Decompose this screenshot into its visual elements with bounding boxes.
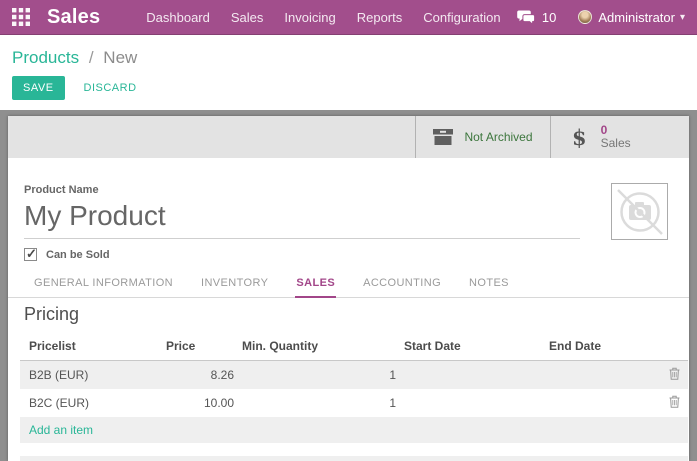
product-name-label: Product Name <box>24 184 99 196</box>
pricing-section-title: Pricing <box>24 304 79 325</box>
product-name-input[interactable]: My Product <box>24 199 580 239</box>
cell-price[interactable]: 8.26 <box>162 361 238 390</box>
col-actions <box>660 336 688 361</box>
breadcrumb-products-link[interactable]: Products <box>12 48 79 67</box>
table-row[interactable]: B2C (EUR) 10.00 1 <box>20 389 688 417</box>
breadcrumb-current: New <box>103 48 137 67</box>
menu-item-invoicing[interactable]: Invoicing <box>284 10 335 25</box>
apps-grid-icon[interactable] <box>12 8 30 26</box>
archive-toggle-button[interactable]: Not Archived <box>415 116 550 158</box>
user-name: Administrator <box>598 10 675 25</box>
sales-stat-label: Sales <box>601 137 631 150</box>
cell-min-quantity[interactable]: 1 <box>238 361 400 390</box>
col-end-date: End Date <box>545 336 660 361</box>
trash-icon <box>669 395 680 408</box>
menu-item-sales[interactable]: Sales <box>231 10 264 25</box>
breadcrumb: Products / New <box>0 35 697 68</box>
tab-notes[interactable]: NOTES <box>468 272 510 297</box>
next-section-edge <box>20 456 688 461</box>
cell-price[interactable]: 10.00 <box>162 389 238 417</box>
menu-item-reports[interactable]: Reports <box>357 10 403 25</box>
control-panel: Products / New SAVE DISCARD <box>0 35 697 110</box>
menu-item-configuration[interactable]: Configuration <box>423 10 500 25</box>
no-camera-icon <box>613 185 667 239</box>
discard-button[interactable]: DISCARD <box>74 76 147 100</box>
add-item-row: Add an item <box>20 417 688 443</box>
delete-row-button[interactable] <box>660 389 688 417</box>
chevron-down-icon: ▾ <box>680 12 685 23</box>
table-row[interactable]: B2B (EUR) 8.26 1 <box>20 361 688 390</box>
archive-status-label: Not Archived <box>464 130 532 144</box>
archive-box-icon <box>433 129 453 145</box>
menu-item-dashboard[interactable]: Dashboard <box>146 10 210 25</box>
form-statusbar: Not Archived $ 0 Sales <box>8 116 689 158</box>
col-min-quantity: Min. Quantity <box>238 336 400 361</box>
sales-stat-button[interactable]: $ 0 Sales <box>550 116 689 158</box>
tab-accounting[interactable]: ACCOUNTING <box>362 272 442 297</box>
page-background: Not Archived $ 0 Sales <box>0 110 697 461</box>
sheet-body: Product Name My Product Can be Sold GENE… <box>8 158 689 461</box>
form-sheet: Not Archived $ 0 Sales <box>8 116 689 461</box>
app-brand-title[interactable]: Sales <box>47 6 100 29</box>
cell-pricelist[interactable]: B2C (EUR) <box>20 389 162 417</box>
checkbox-icon <box>24 248 37 261</box>
messages-button[interactable]: 10 <box>517 10 556 25</box>
cell-pricelist[interactable]: B2B (EUR) <box>20 361 162 390</box>
can-be-sold-label: Can be Sold <box>46 249 110 261</box>
avatar <box>578 10 592 24</box>
tab-general-information[interactable]: GENERAL INFORMATION <box>33 272 174 297</box>
cell-min-quantity[interactable]: 1 <box>238 389 400 417</box>
chat-icon <box>517 10 536 25</box>
messages-count: 10 <box>542 10 556 25</box>
user-menu[interactable]: Administrator ▾ <box>578 10 685 25</box>
save-button[interactable]: SAVE <box>12 76 65 100</box>
form-action-buttons: SAVE DISCARD <box>12 76 147 100</box>
col-price: Price <box>162 336 238 361</box>
cell-start-date[interactable] <box>400 361 545 390</box>
delete-row-button[interactable] <box>660 361 688 390</box>
add-an-item-link[interactable]: Add an item <box>29 423 93 437</box>
tab-inventory[interactable]: INVENTORY <box>200 272 269 297</box>
cell-end-date[interactable] <box>545 361 660 390</box>
can-be-sold-checkbox[interactable]: Can be Sold <box>24 248 110 261</box>
product-image-placeholder[interactable] <box>611 183 668 240</box>
trash-icon <box>669 367 680 380</box>
breadcrumb-separator: / <box>89 48 94 67</box>
col-start-date: Start Date <box>400 336 545 361</box>
dollar-icon: $ <box>572 125 587 150</box>
table-header-row: Pricelist Price Min. Quantity Start Date… <box>20 336 688 361</box>
main-menu: Dashboard Sales Invoicing Reports Config… <box>146 10 500 25</box>
top-navbar: Sales Dashboard Sales Invoicing Reports … <box>0 0 697 35</box>
notebook-tabs: GENERAL INFORMATION INVENTORY SALES ACCO… <box>8 272 689 298</box>
cell-end-date[interactable] <box>545 389 660 417</box>
odoo-product-form-screen: Sales Dashboard Sales Invoicing Reports … <box>0 0 697 461</box>
cell-start-date[interactable] <box>400 389 545 417</box>
navbar-right: 10 Administrator ▾ <box>517 10 685 25</box>
pricing-table: Pricelist Price Min. Quantity Start Date… <box>20 336 688 443</box>
sales-stat-text: 0 Sales <box>601 124 631 150</box>
col-pricelist: Pricelist <box>20 336 162 361</box>
tab-sales[interactable]: SALES <box>295 272 336 298</box>
